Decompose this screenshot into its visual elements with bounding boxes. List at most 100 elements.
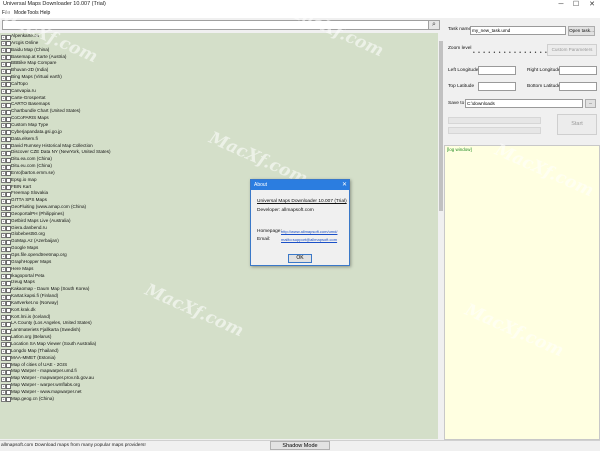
map-provider-item[interactable]: + Longdo Map (Thailand) xyxy=(0,348,438,355)
email-link[interactable]: mailto:support@allmapsoft.com xyxy=(281,237,337,242)
homepage-link[interactable]: http://www.allmapsoft.com/umd/ xyxy=(281,229,337,234)
provider-checkbox[interactable] xyxy=(6,178,11,184)
provider-checkbox[interactable] xyxy=(6,137,11,143)
provider-checkbox[interactable] xyxy=(6,34,11,40)
map-provider-item[interactable]: + GITTA SPS Maps xyxy=(0,197,438,204)
start-button[interactable]: Start xyxy=(557,114,597,135)
provider-checkbox[interactable] xyxy=(6,246,11,252)
map-provider-item[interactable]: + Ditu.ea.com (China) xyxy=(0,156,438,163)
map-provider-item[interactable]: + Map of cities of UAE - 2GIS xyxy=(0,362,438,369)
provider-checkbox[interactable] xyxy=(6,41,11,47)
map-provider-item[interactable]: + Kartat.kapsi.fi (Finland) xyxy=(0,293,438,300)
menu-tools[interactable]: Tools xyxy=(27,10,39,16)
browse-button[interactable]: ... xyxy=(585,99,596,108)
map-provider-item[interactable]: + Enro(barton.ernm.se) xyxy=(0,170,438,177)
map-provider-item[interactable]: + Google Maps xyxy=(0,245,438,252)
provider-checkbox[interactable] xyxy=(6,82,11,88)
provider-checkbox[interactable] xyxy=(6,68,11,74)
map-provider-item[interactable]: + GoMap.Az (Azerbaijan) xyxy=(0,238,438,245)
map-provider-item[interactable]: + GeoportalPH (Philippines) xyxy=(0,211,438,218)
custom-parameters-button[interactable]: Custom Parameters xyxy=(547,44,597,56)
search-input[interactable] xyxy=(2,20,439,30)
provider-checkbox[interactable] xyxy=(6,390,11,396)
map-provider-item[interactable]: + Freemap Slovakia xyxy=(0,190,438,197)
map-provider-item[interactable]: + GeoFluiting (www.amap.com (China) xyxy=(0,204,438,211)
map-provider-item[interactable]: + Globebest50.org xyxy=(0,231,438,238)
provider-checkbox[interactable] xyxy=(6,212,11,218)
shadow-mode-button[interactable]: Shadow Mode xyxy=(270,441,330,450)
provider-checkbox[interactable] xyxy=(6,301,11,307)
top-latitude-field[interactable] xyxy=(478,82,516,91)
provider-checkbox[interactable] xyxy=(6,308,11,314)
map-provider-item[interactable]: + Map Warper - warper.wmflabs.org xyxy=(0,382,438,389)
map-provider-item[interactable]: + Kakaomap - Daum Map (South Korea) xyxy=(0,286,438,293)
map-provider-item[interactable]: + Chartbundle Chart (United States) xyxy=(0,108,438,115)
map-provider-item[interactable]: + Bhuvan-2D (India) xyxy=(0,67,438,74)
provider-checkbox[interactable] xyxy=(6,369,11,375)
map-provider-list[interactable]: + Alpenkarte.eu + Arcgis Online + Baidu Map (… xyxy=(0,33,438,439)
minimize-icon[interactable]: ─ xyxy=(554,0,568,9)
provider-checkbox[interactable] xyxy=(6,96,11,102)
map-provider-item[interactable]: + MAA-MMET (Estonia) xyxy=(0,355,438,362)
left-longitude-field[interactable] xyxy=(478,66,516,75)
map-provider-item[interactable]: + Map Warper - mapwarper.umd.fi xyxy=(0,368,438,375)
map-provider-item[interactable]: + Ikagoportal Peta xyxy=(0,273,438,280)
provider-checkbox[interactable] xyxy=(6,376,11,382)
map-provider-item[interactable]: + GraphHopper Maps xyxy=(0,259,438,266)
provider-checkbox[interactable] xyxy=(6,219,11,225)
provider-checkbox[interactable] xyxy=(6,287,11,293)
provider-checkbox[interactable] xyxy=(6,205,11,211)
map-provider-item[interactable]: + Izeug Maps xyxy=(0,279,438,286)
provider-checkbox[interactable] xyxy=(6,274,11,280)
provider-checkbox[interactable] xyxy=(6,363,11,368)
map-provider-item[interactable]: + Latlon.org (Belarus) xyxy=(0,334,438,341)
provider-checkbox[interactable] xyxy=(6,164,11,170)
provider-checkbox[interactable] xyxy=(6,185,11,191)
bottom-latitude-field[interactable] xyxy=(559,82,597,91)
provider-checkbox[interactable] xyxy=(6,294,11,300)
map-provider-item[interactable]: + Epsg.io map xyxy=(0,177,438,184)
map-provider-item[interactable]: + Canvapia.ru xyxy=(0,88,438,95)
provider-checkbox[interactable] xyxy=(6,157,11,163)
provider-checkbox[interactable] xyxy=(6,116,11,122)
provider-checkbox[interactable] xyxy=(6,260,11,266)
map-provider-item[interactable]: + Map.geog.cn (China) xyxy=(0,396,438,403)
provider-checkbox[interactable] xyxy=(6,232,11,238)
map-provider-item[interactable]: + Map Warper - www.mapwarper.net xyxy=(0,389,438,396)
provider-checkbox[interactable] xyxy=(6,89,11,95)
map-provider-item[interactable]: + Custom Map Type xyxy=(0,122,438,129)
save-to-field[interactable]: C:\downloads xyxy=(465,99,583,108)
map-provider-item[interactable]: + Giera.danbend.ru xyxy=(0,225,438,232)
provider-checkbox[interactable] xyxy=(6,342,11,348)
provider-checkbox[interactable] xyxy=(6,315,11,321)
provider-checkbox[interactable] xyxy=(6,102,11,108)
provider-checkbox[interactable] xyxy=(6,280,11,286)
map-provider-item[interactable]: + Here Maps xyxy=(0,266,438,273)
search-button[interactable]: ⌕ xyxy=(428,20,440,30)
provider-checkbox[interactable] xyxy=(6,61,11,67)
ok-button[interactable]: OK xyxy=(288,254,312,263)
provider-checkbox[interactable] xyxy=(6,253,11,259)
provider-checkbox[interactable] xyxy=(6,356,11,362)
map-provider-item[interactable]: + CARTO Basemaps xyxy=(0,101,438,108)
open-task-button[interactable]: Open task... xyxy=(568,26,595,36)
provider-checkbox[interactable] xyxy=(6,144,11,149)
provider-checkbox[interactable] xyxy=(6,171,11,177)
provider-checkbox[interactable] xyxy=(6,191,11,197)
provider-checkbox[interactable] xyxy=(6,239,11,245)
map-provider-item[interactable]: + FBIN Kart xyxy=(0,184,438,191)
scrollbar-thumb[interactable] xyxy=(439,41,443,211)
close-icon[interactable]: ✕ xyxy=(585,0,599,9)
provider-checkbox[interactable] xyxy=(6,198,11,204)
map-provider-item[interactable]: + Gps.file.opendtreetmap.org xyxy=(0,252,438,259)
provider-checkbox[interactable] xyxy=(6,150,11,156)
map-provider-item[interactable]: + Bing Maps (Virtual earth) xyxy=(0,74,438,81)
provider-checkbox[interactable] xyxy=(6,48,11,54)
provider-checkbox[interactable] xyxy=(6,226,11,232)
provider-checkbox[interactable] xyxy=(6,109,11,115)
map-provider-item[interactable]: + Ditu.eu.com (China) xyxy=(0,163,438,170)
provider-checkbox[interactable] xyxy=(6,75,11,81)
map-provider-item[interactable]: + Location SA Map Viewer (South Australia… xyxy=(0,341,438,348)
provider-checkbox[interactable] xyxy=(6,130,11,136)
map-provider-item[interactable]: + Kartverket.no (Norway) xyxy=(0,300,438,307)
